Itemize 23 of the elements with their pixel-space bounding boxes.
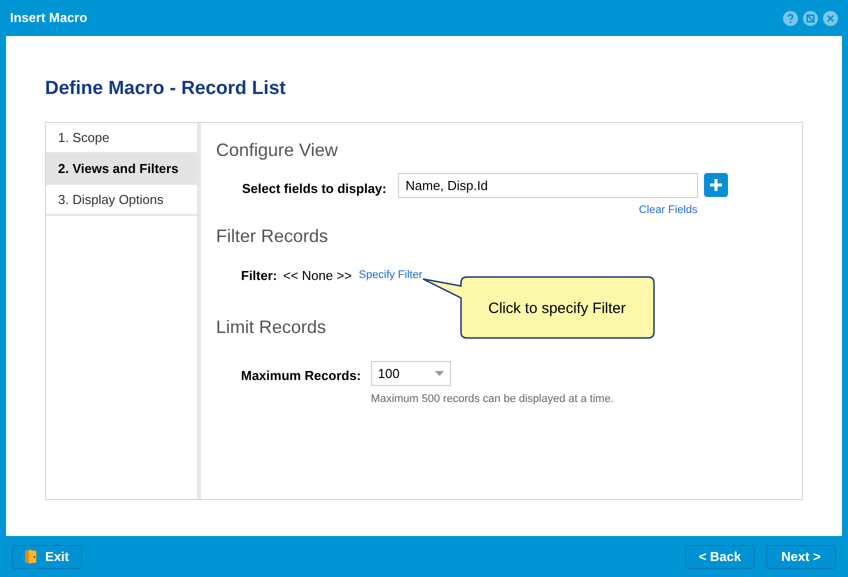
add-button[interactable] [704,173,728,197]
fields-input[interactable]: Name, Disp.Id [398,173,698,198]
max-records-select[interactable]: 100 [370,361,451,386]
close-icon[interactable] [823,10,838,26]
clear-fields-link[interactable]: Clear Fields [638,202,698,218]
step-item[interactable]: 2. Views and Filters [46,154,197,185]
section-heading: Filter Records [216,224,330,248]
plus-icon [708,178,722,192]
section-heading: Configure View [216,139,339,162]
restore-icon[interactable] [803,10,818,26]
callout-text: Click to specify Filter [487,299,627,319]
page-title: Define Macro - Record List [45,77,287,101]
filter-value: << None >> [283,266,352,284]
field-label: Maximum Records: [241,367,361,385]
help-icon[interactable] [783,10,798,26]
section-heading: Limit Records [216,316,328,339]
door-icon [25,549,38,564]
caret-icon [434,371,444,376]
window-title: Insert Macro [10,9,88,28]
field-label: Select fields to display: [242,180,386,198]
specify-filter-link[interactable]: Specify Filter [358,267,422,284]
hint-text: Maximum 500 records can be displayed at a time. [370,392,614,407]
filter-label: Filter: [241,266,278,284]
